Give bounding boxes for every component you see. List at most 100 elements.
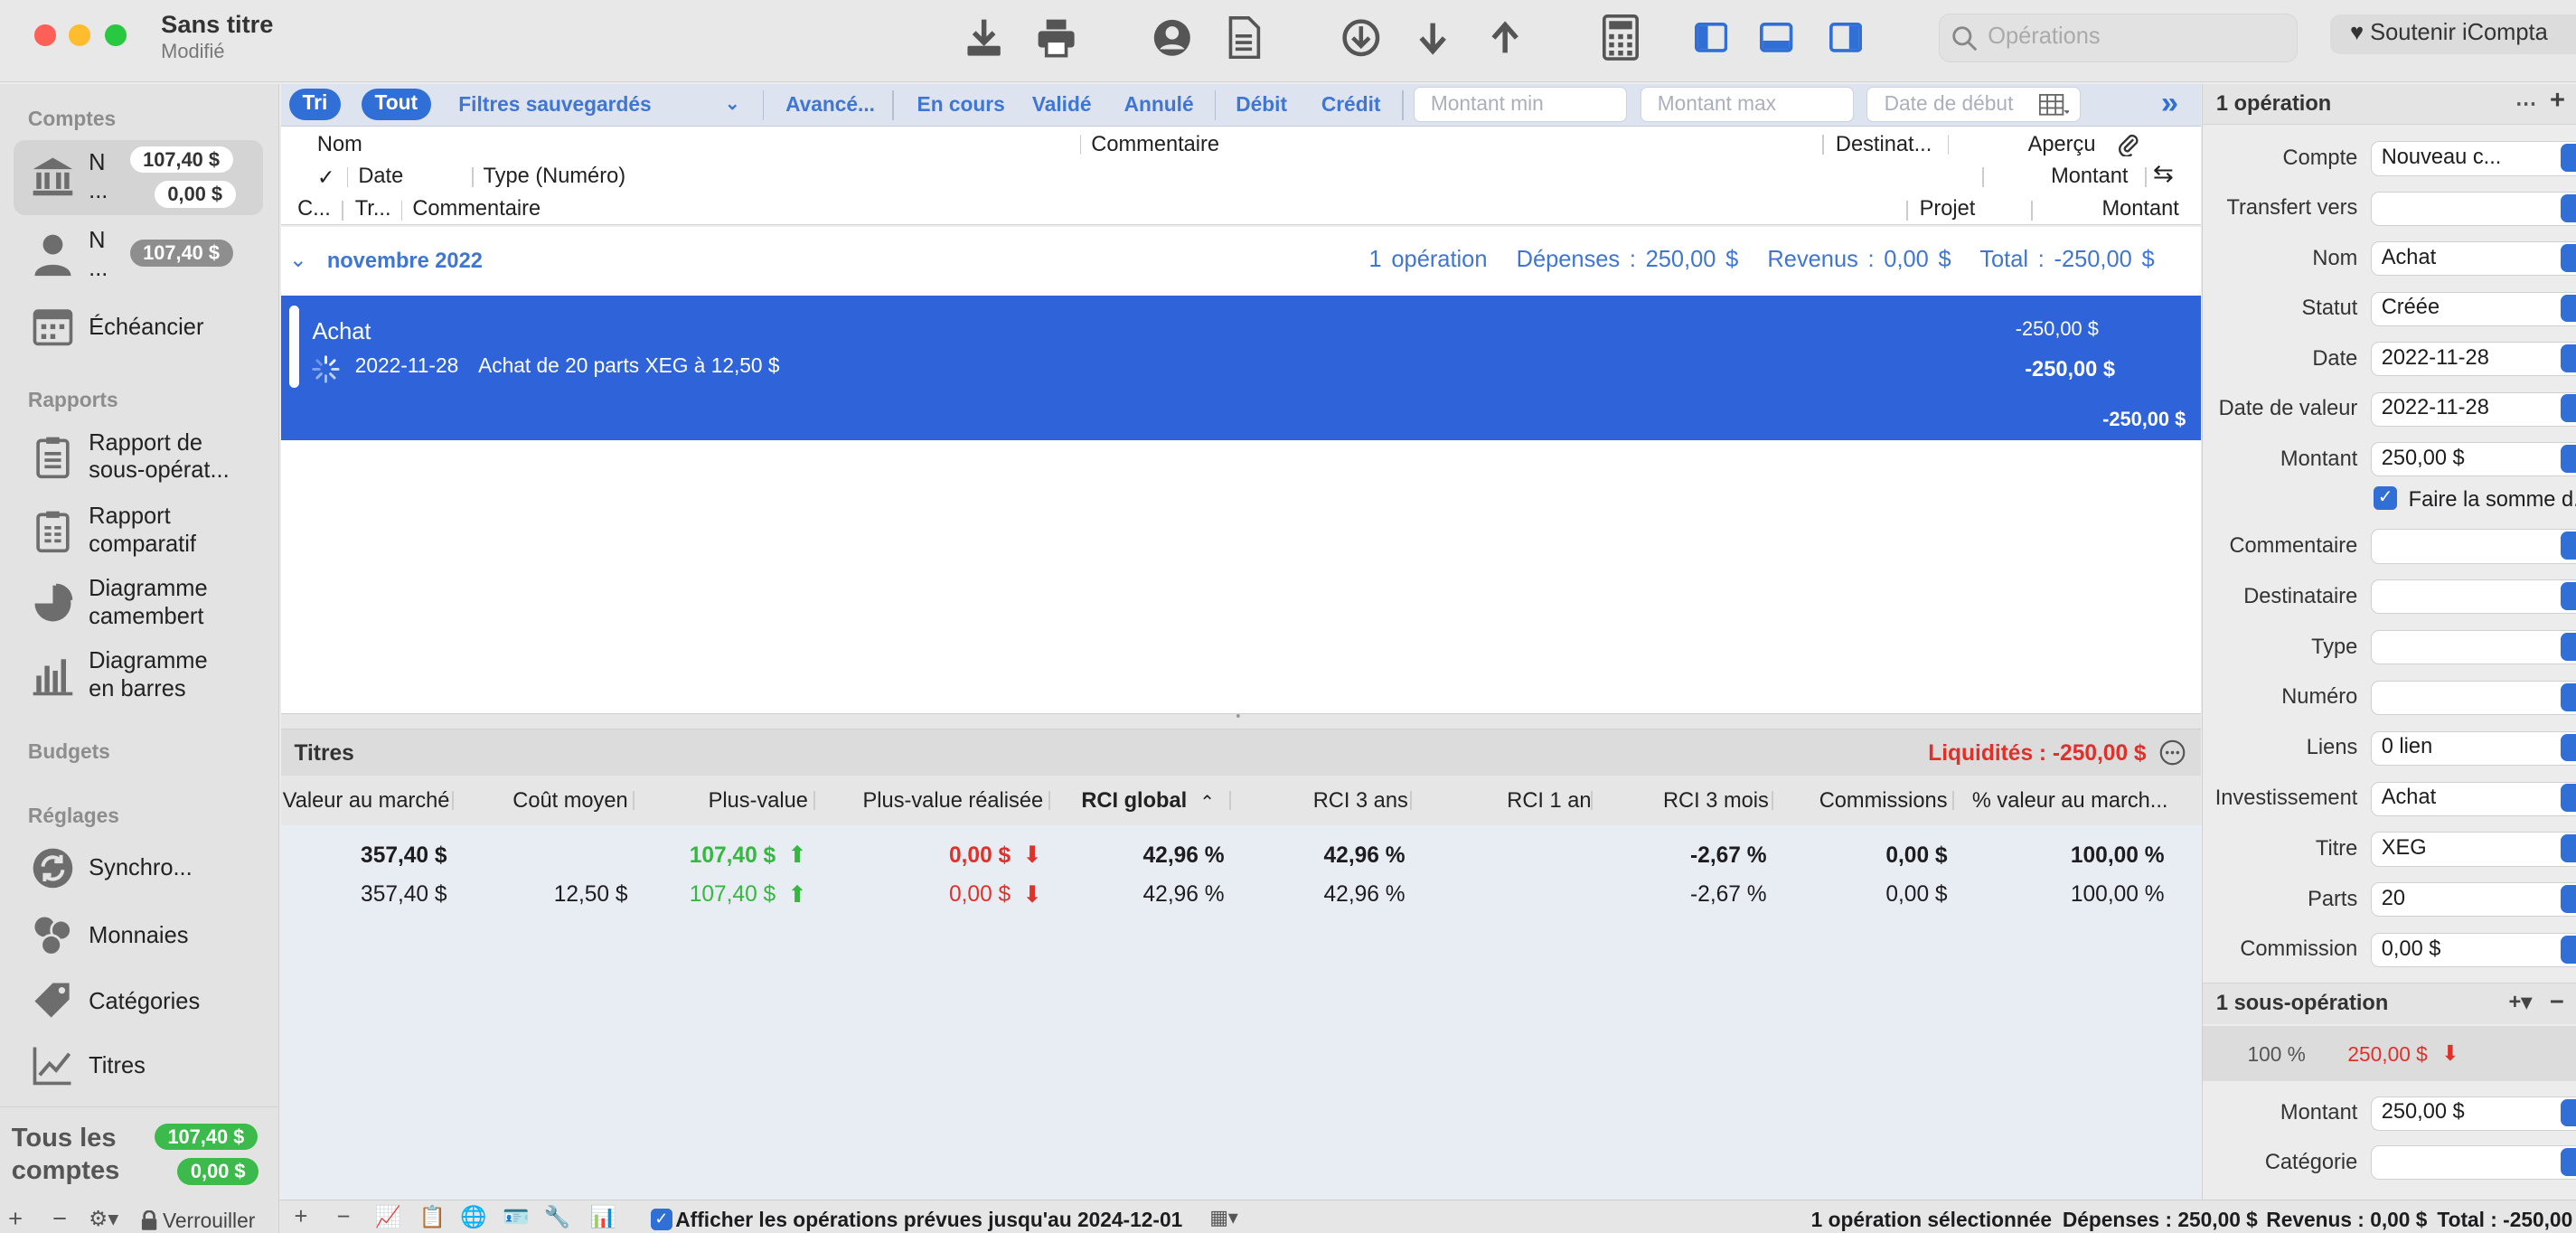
chevron-down-icon[interactable]: ⌄: [289, 247, 307, 273]
sidebar-item-bar-chart[interactable]: Diagramme en barres: [14, 645, 263, 711]
popup-stepper-icon[interactable]: [2560, 935, 2576, 964]
popup-stepper-icon[interactable]: [2560, 582, 2576, 610]
field-numero[interactable]: [2370, 680, 2576, 716]
field-commentaire[interactable]: [2370, 529, 2576, 564]
sidebar-item-securities[interactable]: Titres: [14, 1040, 263, 1090]
sec-col-roi-3m[interactable]: RCI 3 mois: [1663, 789, 1769, 814]
print-icon[interactable]: [1032, 14, 1082, 61]
calendar-grid-icon[interactable]: ▦▾: [1209, 1206, 1238, 1229]
col-date[interactable]: Date: [358, 165, 403, 189]
sidebar-item-scheduler[interactable]: Échéancier: [14, 301, 263, 351]
col-amount[interactable]: Montant: [2051, 165, 2128, 189]
popup-stepper-icon[interactable]: [2560, 244, 2576, 272]
zoom-window-button[interactable]: [105, 24, 127, 46]
add-account-button[interactable]: +: [8, 1204, 23, 1233]
sidebar-item-sync[interactable]: Synchro...: [14, 843, 263, 893]
popup-stepper-icon[interactable]: [2560, 394, 2576, 423]
validated-filter[interactable]: Validé: [1032, 92, 1092, 117]
advanced-filter-button[interactable]: Avancé...: [785, 92, 875, 117]
col-comment-split[interactable]: Commentaire: [412, 197, 541, 221]
panel-splitter[interactable]: •: [280, 710, 2201, 730]
paperclip-icon[interactable]: [2117, 133, 2139, 156]
field-commission[interactable]: 0,00 $: [2370, 933, 2576, 968]
sec-col-realized-gain[interactable]: Plus-value réalisée: [863, 789, 1044, 814]
field-liens[interactable]: 0 lien: [2370, 730, 2576, 766]
sec-col-market-value[interactable]: Valeur au marché: [283, 789, 450, 814]
saved-filters-dropdown[interactable]: Filtres sauvegardés: [458, 92, 651, 117]
sidebar-item-report-compare[interactable]: Rapport comparatif: [14, 500, 263, 566]
bar-chart-icon[interactable]: 📊: [590, 1204, 616, 1230]
popup-stepper-icon[interactable]: [2560, 682, 2576, 711]
in-progress-filter[interactable]: En cours: [917, 92, 1005, 117]
popup-stepper-icon[interactable]: [2560, 294, 2576, 323]
field-transfert-vers[interactable]: [2370, 191, 2576, 226]
calendar-grid-icon[interactable]: [2039, 93, 2070, 117]
left-panel-icon[interactable]: [1686, 14, 1735, 61]
popup-stepper-icon[interactable]: [2560, 532, 2576, 560]
sec-col-gain[interactable]: Plus-value: [709, 789, 808, 814]
remove-split-icon[interactable]: −: [2550, 987, 2564, 1016]
col-comment[interactable]: Commentaire: [1091, 133, 1219, 157]
add-transaction-button[interactable]: +: [294, 1204, 307, 1230]
col-preview[interactable]: Aperçu: [2028, 133, 2096, 157]
sort-button[interactable]: Tri: [288, 89, 341, 120]
close-window-button[interactable]: [34, 24, 56, 46]
field-date-de-valeur[interactable]: 2022-11-28: [2370, 391, 2576, 427]
field-titre[interactable]: XEG: [2370, 832, 2576, 867]
popup-stepper-icon[interactable]: [2560, 884, 2576, 913]
min-amount-input[interactable]: Montant min: [1413, 87, 1627, 122]
more-options-icon[interactable]: [2159, 739, 2186, 766]
cancelled-filter[interactable]: Annulé: [1124, 92, 1194, 117]
col-type-number[interactable]: Type (Numéro): [484, 165, 626, 189]
popup-stepper-icon[interactable]: [2560, 784, 2576, 813]
field-type[interactable]: [2370, 630, 2576, 665]
popup-stepper-icon[interactable]: [2560, 444, 2576, 473]
swap-icon[interactable]: ⇆: [2153, 159, 2174, 188]
tools-icon[interactable]: 🔧: [544, 1204, 570, 1230]
popup-stepper-icon[interactable]: [2560, 733, 2576, 762]
sec-col-avg-cost[interactable]: Coût moyen: [512, 789, 627, 814]
col-amount-split[interactable]: Montant: [2101, 197, 2178, 221]
arrow-down-icon[interactable]: [1408, 14, 1458, 61]
search-field[interactable]: Opérations: [1939, 13, 2298, 63]
sec-col-roi-1y[interactable]: RCI 1 an: [1507, 789, 1591, 814]
field-nom[interactable]: Achat: [2370, 241, 2576, 277]
sum-checkbox[interactable]: ✓: [2374, 486, 2397, 510]
globe-icon[interactable]: 🌐: [460, 1204, 486, 1230]
document-icon[interactable]: [1219, 14, 1269, 61]
chart-icon[interactable]: 📈: [375, 1204, 401, 1230]
remove-account-button[interactable]: −: [52, 1204, 67, 1233]
support-button[interactable]: ♥ Soutenir iCompta: [2330, 14, 2576, 54]
sec-col-roi-global[interactable]: RCI global: [1081, 789, 1187, 814]
col-project[interactable]: Projet: [1920, 197, 1976, 221]
arrow-up-icon[interactable]: [1481, 14, 1530, 61]
all-accounts-panel[interactable]: Tous les comptes 107,40 $ 0,00 $ + − ⚙▾ …: [0, 1106, 278, 1233]
col-category[interactable]: C...: [297, 197, 331, 221]
download-circle-icon[interactable]: [1336, 14, 1386, 61]
bottom-panel-icon[interactable]: [1752, 14, 1801, 61]
popup-stepper-icon[interactable]: [2560, 1098, 2576, 1127]
sidebar-item-categories[interactable]: Catégories: [14, 976, 263, 1026]
add-icon[interactable]: +: [2550, 86, 2565, 116]
col-name[interactable]: Nom: [317, 133, 362, 157]
split-row[interactable]: 100 % 250,00 $ ⬇: [2203, 1025, 2576, 1082]
field-categorie[interactable]: [2370, 1145, 2576, 1181]
field-montant[interactable]: 250,00 $: [2370, 1096, 2576, 1131]
col-check[interactable]: ✓: [317, 165, 335, 191]
max-amount-input[interactable]: Montant max: [1640, 87, 1854, 122]
popup-stepper-icon[interactable]: [2560, 834, 2576, 863]
calculator-icon[interactable]: [1595, 14, 1645, 61]
remove-transaction-button[interactable]: −: [337, 1204, 351, 1230]
popup-stepper-icon[interactable]: [2560, 632, 2576, 661]
all-filter-button[interactable]: Tout: [361, 89, 431, 120]
field-investissement[interactable]: Achat: [2370, 781, 2576, 816]
popup-stepper-icon[interactable]: [2560, 144, 2576, 173]
transaction-row[interactable]: Achat 2022-11-28 Achat de 20 parts XEG à…: [280, 296, 2201, 441]
sidebar-account-1[interactable]: N ... 107,40 $ 0,00 $: [13, 139, 263, 216]
user-icon[interactable]: [1147, 14, 1197, 61]
popup-stepper-icon[interactable]: [2560, 1148, 2576, 1176]
show-planned-checkbox[interactable]: ✓: [651, 1209, 672, 1230]
lock-button[interactable]: Verrouiller: [163, 1209, 255, 1232]
right-panel-icon[interactable]: [1821, 14, 1871, 61]
import-icon[interactable]: [960, 14, 1010, 61]
